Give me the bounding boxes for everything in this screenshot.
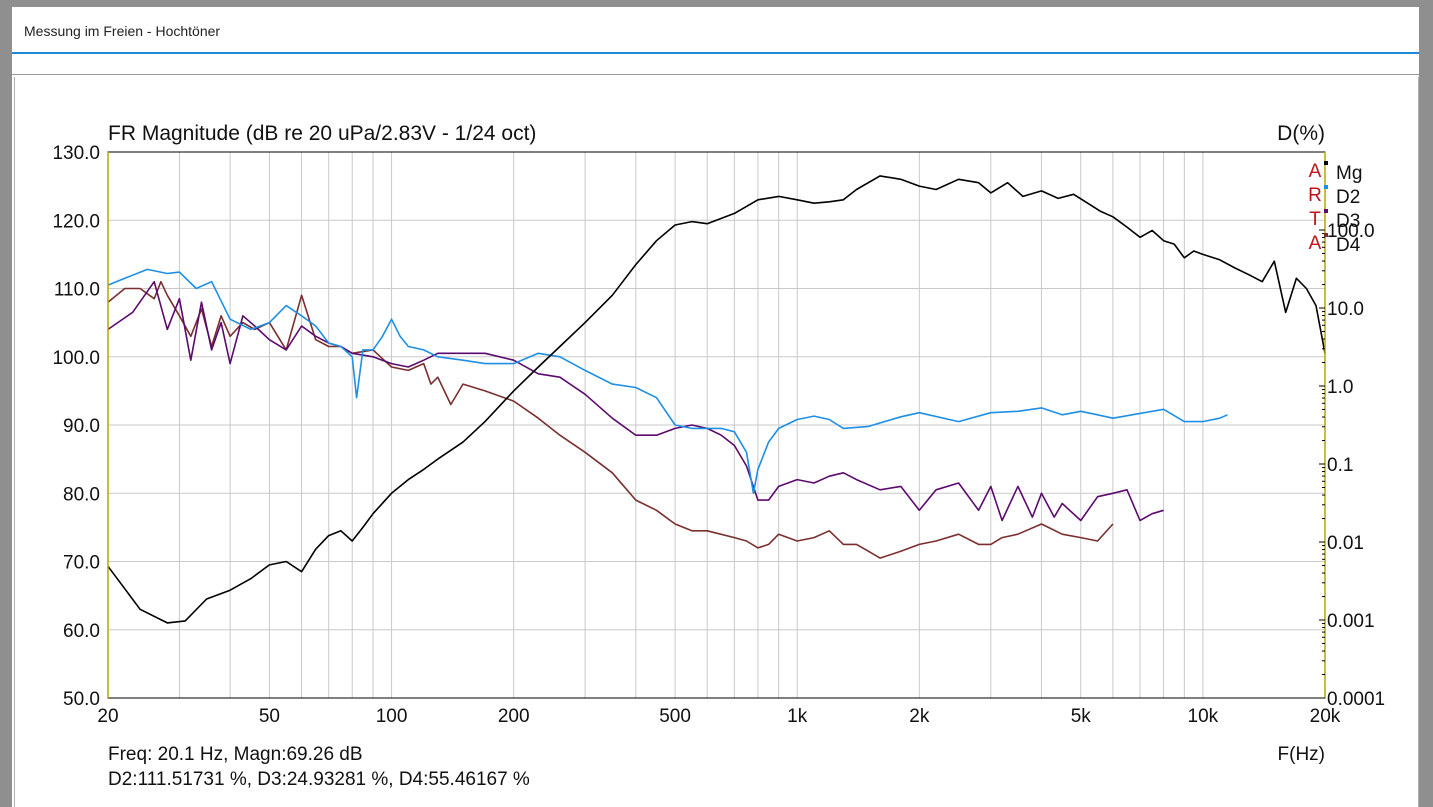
series-line-mg (107, 175, 1326, 624)
y-tick-label: 70.0 (63, 553, 100, 574)
arta-logo-letter: R (1308, 185, 1322, 206)
x-tick-label: 500 (659, 706, 691, 727)
x-tick-label: 200 (498, 706, 530, 727)
y-tick-label: 110.0 (54, 280, 100, 301)
legend-label-d2: D2 (1336, 187, 1360, 208)
legend-swatch-d4 (1324, 233, 1328, 237)
legend-swatch-mg (1324, 161, 1328, 165)
x-tick-label: 100 (376, 706, 408, 727)
x-tick-label: 50 (259, 706, 280, 727)
arta-logo-letter: T (1309, 209, 1321, 230)
y-tick-label: 80.0 (63, 484, 100, 505)
y-tick-label: 120.0 (52, 211, 100, 232)
legend-swatch-d2 (1324, 185, 1328, 189)
right-tick-label: 0.1 (1327, 455, 1353, 476)
series-line-d2 (107, 268, 1228, 495)
x-axis-label: F(Hz) (1278, 744, 1325, 765)
frequency-response-chart[interactable]: 50.0 60.0 70.0 80.0 90.0 100.0 110.0 120.0 130.0… (15, 77, 1418, 807)
arta-logo-letter: A (1309, 161, 1322, 182)
right-tick-label: 10.0 (1327, 299, 1364, 320)
legend-label-d3: D3 (1336, 211, 1360, 232)
y-tick-label: 100.0 (52, 348, 100, 369)
cursor-readout-line2: D2:111.51731 %, D3:24.93281 %, D4:55.461… (108, 769, 530, 790)
chart-title: FR Magnitude (dB re 20 uPa/2.83V - 1/24 … (108, 122, 536, 145)
cursor-readout-line1: Freq: 20.1 Hz, Magn:69.26 dB (108, 744, 363, 765)
y-tick-label: 130.0 (52, 143, 100, 164)
y-tick-label: 90.0 (63, 416, 100, 437)
right-axis-title: D(%) (1277, 122, 1325, 145)
toolbar-strip (12, 54, 1419, 75)
x-tick-label: 10k (1188, 706, 1219, 727)
right-tick-label: 0.0001 (1327, 689, 1385, 710)
measurement-window: Messung im Freien - Hochtöner 50.0 60.0 70… (12, 7, 1419, 807)
arta-logo-letter: A (1309, 233, 1322, 254)
y-tick-label: 60.0 (63, 621, 100, 642)
grid-layer (107, 151, 1326, 699)
legend: A Mg R D2 T D3 A D4 (1308, 161, 1362, 256)
legend-label-mg: Mg (1336, 163, 1362, 184)
plot-panel[interactable]: 50.0 60.0 70.0 80.0 90.0 100.0 110.0 120.0 130.0… (14, 77, 1419, 807)
x-tick-label: 2k (909, 706, 930, 727)
series-layer (107, 175, 1326, 624)
legend-swatch-d3 (1324, 209, 1328, 213)
x-tick-label: 1k (787, 706, 808, 727)
right-tick-label: 1.0 (1327, 377, 1353, 398)
x-tick-label: 20 (97, 706, 118, 727)
window-title: Messung im Freien - Hochtöner (24, 23, 221, 39)
tick-label-layer: 50.0 60.0 70.0 80.0 90.0 100.0 110.0 120.0 130.0… (52, 143, 1385, 727)
x-tick-label: 5k (1071, 706, 1092, 727)
right-tick-label: 0.01 (1327, 533, 1364, 554)
right-tick-label: 0.001 (1327, 611, 1375, 632)
title-bar: Messung im Freien - Hochtöner (12, 7, 1419, 54)
y-tick-label: 50.0 (63, 689, 100, 710)
legend-label-d4: D4 (1336, 235, 1361, 256)
